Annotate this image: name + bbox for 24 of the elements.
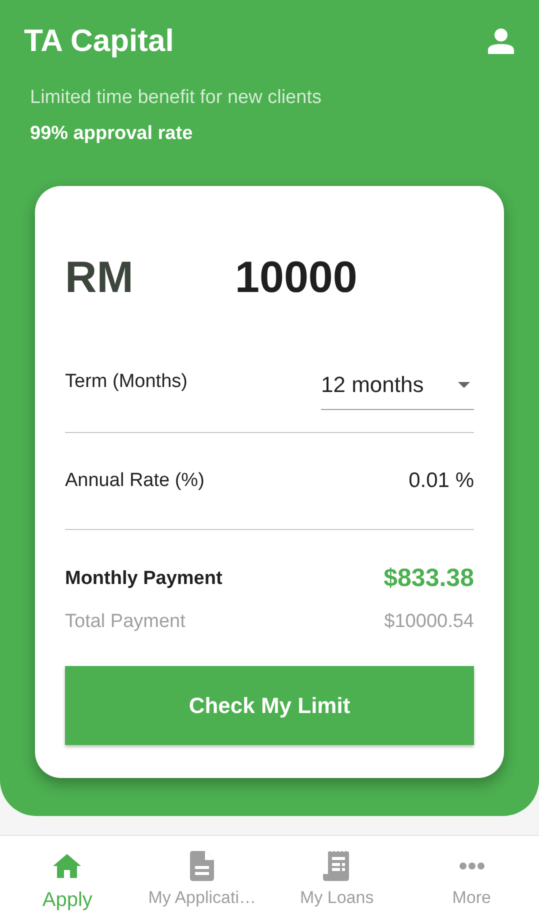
nav-tab[interactable]: My Applicati… xyxy=(134,836,270,923)
amount-value[interactable]: 10000 xyxy=(235,250,358,306)
nav-tab[interactable]: Apply xyxy=(0,836,135,923)
rate-label: Annual Rate (%) xyxy=(65,468,204,493)
more-icon xyxy=(458,862,485,870)
app-title: TA Capital xyxy=(24,22,174,60)
monthly-payment-value: $833.38 xyxy=(384,563,474,594)
monthly-payment-label: Monthly Payment xyxy=(65,566,222,590)
nav-tab[interactable]: My Loans xyxy=(270,836,404,923)
caret-icon xyxy=(458,382,470,388)
user-icon[interactable] xyxy=(488,28,514,54)
receipt-icon xyxy=(322,851,351,881)
currency-label: RM xyxy=(65,252,134,304)
home-icon xyxy=(52,853,82,879)
check-limit-button[interactable]: Check My Limit xyxy=(65,666,474,745)
term-dropdown[interactable]: 12 months xyxy=(321,354,474,410)
total-payment-value: $10000.54 xyxy=(384,610,474,634)
document-icon xyxy=(189,851,216,881)
term-label: Term (Months) xyxy=(65,370,188,394)
total-payment-label: Total Payment xyxy=(65,610,186,634)
rate-value: 0.01 % xyxy=(408,468,474,494)
nav-tab[interactable]: More xyxy=(404,836,539,923)
subtitle-text: Limited time benefit for new clients xyxy=(30,86,322,110)
approval-rate-text: 99% approval rate xyxy=(30,122,194,146)
